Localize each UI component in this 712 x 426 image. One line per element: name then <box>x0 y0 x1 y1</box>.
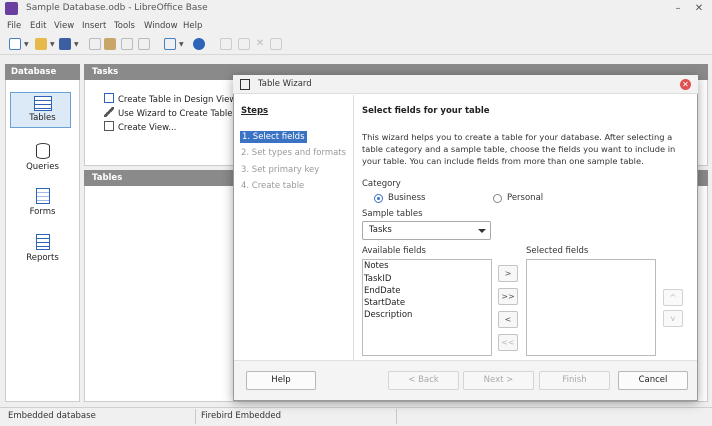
cancel-button[interactable]: Cancel <box>618 371 688 390</box>
wizard-wand-icon <box>104 107 114 117</box>
radio-unselected-icon <box>493 194 502 203</box>
libreoffice-base-icon <box>5 2 18 15</box>
delete-icon[interactable]: ✕ <box>254 38 266 50</box>
field-item[interactable]: Notes <box>364 261 389 271</box>
design-view-icon <box>104 93 114 103</box>
db-item-forms[interactable]: Forms <box>5 188 80 217</box>
task-use-wizard[interactable]: Use Wizard to Create Table... <box>104 107 241 119</box>
form-view-icon[interactable] <box>164 38 176 50</box>
paste-icon[interactable] <box>104 38 116 50</box>
step-set-types[interactable]: 2. Set types and formats <box>241 148 346 158</box>
table-icon <box>33 96 52 111</box>
radio-selected-icon <box>374 194 383 203</box>
minimize-button[interactable]: – <box>671 2 685 15</box>
personal-label: Personal <box>507 193 544 203</box>
status-engine: Firebird Embedded <box>201 411 282 421</box>
menu-view[interactable]: View <box>54 21 74 31</box>
back-button[interactable]: < Back <box>388 371 459 390</box>
status-bar <box>0 407 712 426</box>
wizard-window-icon <box>240 79 250 90</box>
menu-bar <box>0 18 712 35</box>
menu-tools[interactable]: Tools <box>114 21 135 31</box>
status-database-type: Embedded database <box>8 411 96 421</box>
save-dropdown-arrow-icon[interactable]: ▼ <box>74 41 79 48</box>
wizard-title: Table Wizard <box>258 79 312 89</box>
report-icon <box>35 234 50 250</box>
sample-table-value: Tasks <box>369 225 392 235</box>
next-button[interactable]: Next > <box>463 371 534 390</box>
window-title: Sample Database.odb - LibreOffice Base <box>26 3 208 13</box>
menu-file[interactable]: File <box>7 21 21 31</box>
step-select-fields[interactable]: 1. Select fields <box>240 131 307 143</box>
new-dropdown-arrow-icon[interactable]: ▼ <box>24 41 29 48</box>
database-panel-header: Database <box>5 64 80 80</box>
business-label: Business <box>388 193 426 203</box>
status-separator <box>396 409 397 424</box>
sort-descending-icon[interactable] <box>138 38 150 50</box>
steps-title: Steps <box>241 106 269 116</box>
task-label: Use Wizard to Create Table... <box>118 109 241 119</box>
menu-help[interactable]: Help <box>183 21 202 31</box>
sort-ascending-icon[interactable] <box>121 38 133 50</box>
edit-icon[interactable] <box>220 38 232 50</box>
sample-tables-label: Sample tables <box>362 209 423 219</box>
step-create-table[interactable]: 4. Create table <box>241 181 304 191</box>
selected-fields-list[interactable] <box>526 259 656 356</box>
db-item-queries-label: Queries <box>26 162 59 172</box>
category-label: Category <box>362 179 401 189</box>
database-icon <box>35 143 50 159</box>
open-folder-icon[interactable] <box>35 38 47 50</box>
move-up-button[interactable]: ^ <box>663 289 683 306</box>
db-item-reports[interactable]: Reports <box>5 234 80 263</box>
rename-icon[interactable] <box>270 38 282 50</box>
help-button[interactable]: Help <box>246 371 316 390</box>
view-dropdown-arrow-icon[interactable]: ▼ <box>179 41 184 48</box>
selected-fields-label: Selected fields <box>526 246 589 256</box>
move-down-button[interactable]: v <box>663 310 683 327</box>
db-item-reports-label: Reports <box>26 253 59 263</box>
wizard-description: This wizard helps you to create a table … <box>362 132 676 166</box>
copy-icon[interactable] <box>89 38 101 50</box>
open-dropdown-arrow-icon[interactable]: ▼ <box>50 41 55 48</box>
db-item-queries[interactable]: Queries <box>5 143 80 172</box>
db-item-tables-label: Tables <box>29 113 56 123</box>
field-item[interactable]: EndDate <box>364 286 400 296</box>
task-create-view[interactable]: Create View... <box>104 121 176 133</box>
menu-window[interactable]: Window <box>144 21 178 31</box>
open-object-icon[interactable] <box>238 38 250 50</box>
field-item[interactable]: StartDate <box>364 298 405 308</box>
db-item-forms-label: Forms <box>29 207 56 217</box>
close-window-button[interactable]: ✕ <box>692 2 706 15</box>
chevron-down-icon[interactable] <box>478 229 486 233</box>
create-view-icon <box>104 121 114 131</box>
step-primary-key[interactable]: 3. Set primary key <box>241 165 319 175</box>
menu-insert[interactable]: Insert <box>82 21 106 31</box>
available-fields-label: Available fields <box>362 246 426 256</box>
help-icon[interactable] <box>193 38 205 50</box>
form-icon <box>35 188 50 204</box>
close-icon[interactable]: ✕ <box>680 79 691 90</box>
field-item[interactable]: TaskID <box>364 274 391 284</box>
wizard-page-title: Select fields for your table <box>362 106 490 116</box>
add-all-fields-button[interactable]: >> <box>498 288 518 305</box>
finish-button[interactable]: Finish <box>539 371 610 390</box>
menu-edit[interactable]: Edit <box>30 21 46 31</box>
task-label: Create View... <box>118 123 177 133</box>
db-item-tables[interactable]: Tables <box>5 96 80 123</box>
remove-all-fields-button[interactable]: << <box>498 334 518 351</box>
remove-field-button[interactable]: < <box>498 311 518 328</box>
task-label: Create Table in Design View... <box>118 95 244 105</box>
new-document-icon[interactable] <box>9 38 21 50</box>
sample-tables-dropdown[interactable]: Tasks <box>362 221 491 240</box>
save-icon[interactable] <box>59 38 71 50</box>
field-item[interactable]: Description <box>364 310 412 320</box>
add-field-button[interactable]: > <box>498 265 518 282</box>
status-separator <box>195 409 196 424</box>
task-create-table-design[interactable]: Create Table in Design View... <box>104 93 244 105</box>
